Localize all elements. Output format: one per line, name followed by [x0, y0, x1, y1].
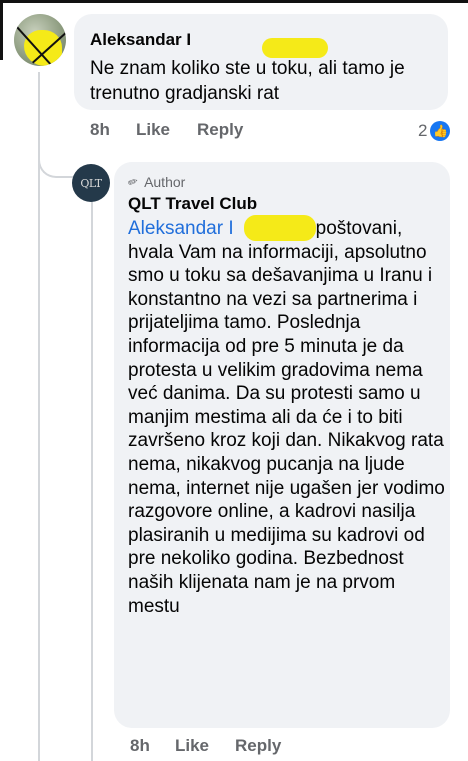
pencil-icon: ✏ [125, 173, 141, 191]
reply-author-name[interactable]: QLT Travel Club [128, 194, 257, 214]
page-avatar[interactable]: QLT [72, 164, 110, 202]
author-badge-label: Author [144, 174, 186, 190]
like-button[interactable]: Like [136, 120, 170, 140]
author-badge: ✏ Author [125, 173, 186, 191]
reply-body: poštovani, hvala Vam na informaciji, aps… [128, 218, 445, 617]
thumbs-up-icon: 👍 [430, 121, 451, 141]
reply-bubble: ✏ Author QLT Travel Club Aleksandar Ipoš… [114, 162, 450, 728]
redaction-highlight [24, 30, 62, 66]
reaction-count: 2 [418, 121, 428, 140]
comment-timestamp[interactable]: 8h [90, 120, 110, 140]
reaction-summary[interactable]: 2 👍 [418, 118, 451, 144]
reply-timestamp[interactable]: 8h [130, 736, 150, 756]
page-avatar-logo: QLT [80, 176, 102, 190]
comment-text: Ne znam koliko ste u toku, ali tamo je t… [90, 58, 405, 104]
commenter-name[interactable]: Aleksandar I [90, 30, 191, 50]
reply-like-button[interactable]: Like [175, 736, 209, 756]
thread-connector [38, 120, 76, 178]
frame-top-edge [0, 0, 468, 3]
reply-button[interactable]: Reply [197, 120, 243, 140]
thread-line [38, 72, 40, 761]
name-redaction-highlight [262, 38, 328, 58]
reply-thread-line [91, 198, 93, 761]
commenter-avatar[interactable] [14, 14, 66, 66]
mention-link[interactable]: Aleksandar I [128, 218, 234, 239]
reply-text: Aleksandar Ipoštovani, hvala Vam na info… [128, 217, 446, 618]
frame-left-edge [0, 0, 3, 60]
reply-reply-button[interactable]: Reply [235, 736, 281, 756]
comment-bubble: Aleksandar I Ne znam koliko ste u toku, … [74, 14, 448, 110]
